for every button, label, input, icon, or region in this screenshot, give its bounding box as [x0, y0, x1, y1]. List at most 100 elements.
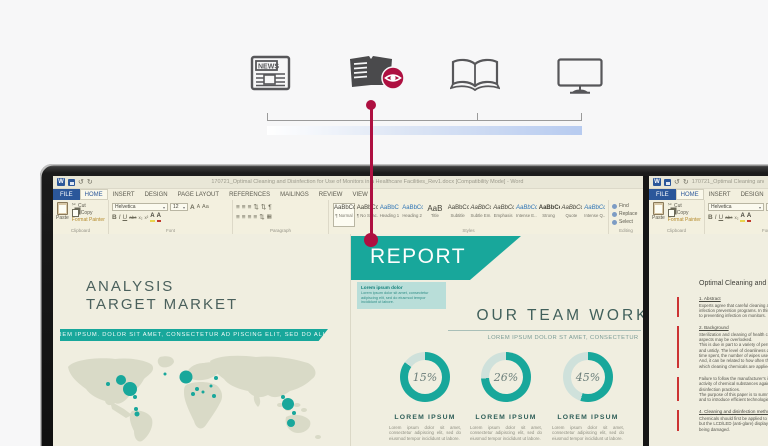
underline-button[interactable]: U — [123, 214, 128, 221]
ribbon-tab-design[interactable]: DESIGN — [736, 189, 768, 200]
quick-access-toolbar: W ↺ ↻ 170721_Optimal Cleaning and Disinf… — [53, 176, 643, 189]
font-color-button[interactable]: A — [747, 213, 751, 222]
donut-chart: 15% — [400, 352, 450, 402]
donut-heading: LOREM IPSUM — [548, 414, 628, 421]
paste-button[interactable]: Paste — [56, 202, 69, 223]
grow-font-icon[interactable]: A — [190, 204, 195, 211]
map-dot — [202, 391, 205, 394]
ribbon-tab-review[interactable]: REVIEW — [314, 189, 348, 200]
strikethrough-button[interactable]: abc — [129, 214, 136, 221]
font-name-select[interactable]: Helvetica▾ — [708, 203, 764, 211]
style-heading-1[interactable]: AaBbCHeading 1 — [379, 203, 401, 227]
world-map — [60, 353, 343, 444]
subscript-button[interactable]: x₂ — [734, 214, 738, 221]
copy-button[interactable]: Copy — [72, 209, 105, 216]
reader-book-eye-icon — [348, 54, 406, 92]
bullets-icon[interactable]: ≡ — [236, 204, 240, 211]
style--normal[interactable]: AaBbCc¶ Normal — [333, 203, 355, 227]
map-dot — [134, 407, 138, 411]
doc-heading: ANALYSIS TARGET MARKET — [86, 278, 238, 313]
indent-icons[interactable]: ⇅ — [253, 204, 258, 211]
style-strong[interactable]: AaBbCcStrong — [538, 203, 560, 227]
side-doc-line: being damaged. — [699, 427, 768, 432]
format-painter-button[interactable]: Format Painter — [668, 216, 701, 223]
copy-icon — [72, 209, 79, 217]
change-case-icon[interactable]: Aa — [202, 204, 209, 211]
ribbon-tab-insert[interactable]: INSERT — [108, 189, 140, 200]
copy-button[interactable]: Copy — [668, 209, 701, 216]
align-right-icon[interactable]: ≡ — [248, 214, 252, 221]
ribbon-tab-design[interactable]: DESIGN — [140, 189, 173, 200]
shrink-font-icon[interactable]: A — [197, 204, 200, 211]
font-color-button[interactable]: A — [157, 213, 161, 222]
align-left-icon[interactable]: ≡ — [236, 214, 240, 221]
italic-button[interactable]: I — [119, 214, 121, 221]
style-heading-2[interactable]: AaBbCcHeading 2 — [401, 203, 423, 227]
borders-icon[interactable]: ▦ — [267, 214, 272, 221]
paste-icon — [57, 202, 68, 215]
side-doc-line: to preventing infection on monitors. — [699, 313, 768, 318]
bold-button[interactable]: B — [112, 214, 117, 221]
style-quote[interactable]: AaBbCcQuote — [561, 203, 583, 227]
save-icon[interactable] — [664, 179, 671, 186]
undo-icon[interactable]: ↺ — [674, 179, 680, 186]
newspaper-icon: NEWS — [248, 54, 292, 92]
map-dot — [212, 394, 216, 398]
map-dot — [123, 382, 137, 396]
redo-icon[interactable]: ↻ — [683, 179, 689, 186]
highlight-color-button[interactable]: A — [150, 213, 154, 222]
style-intense-q-[interactable]: AaBbCcIntense Q... — [583, 203, 605, 227]
side-doc-line: activity of chemical substances against — [699, 381, 768, 386]
group-label: Clipboard — [53, 228, 108, 233]
underline-button[interactable]: U — [719, 214, 724, 221]
find-button[interactable]: Find — [612, 202, 640, 210]
map-dot — [133, 395, 137, 399]
quick-access-toolbar: W ↺ ↻ 170721_Optimal Cleaning and Disinf… — [649, 176, 768, 189]
donut-chart: 26% — [481, 352, 531, 402]
highlight-color-button[interactable]: A — [740, 213, 744, 222]
line-spacing-icon[interactable]: ⇅ — [259, 214, 264, 221]
style-subtitle[interactable]: AaBbCcSubtitle — [447, 203, 469, 227]
undo-icon[interactable]: ↺ — [78, 179, 84, 186]
ribbon-tab-page-layout[interactable]: PAGE LAYOUT — [173, 189, 224, 200]
side-doc-title: Optimal Cleaning and Disinfection — [699, 280, 768, 287]
side-doc-heading: 1. Abstract — [699, 296, 768, 301]
subscript-button[interactable]: x₂ — [138, 214, 142, 221]
donut-heading: LOREM IPSUM — [385, 414, 465, 421]
ribbon-tab-references[interactable]: REFERENCES — [224, 189, 275, 200]
select-button[interactable]: Select — [612, 218, 640, 226]
align-center-icon[interactable]: ≡ — [242, 214, 246, 221]
style-subtle-em-[interactable]: AaBbCcSubtle Em... — [470, 203, 492, 227]
italic-button[interactable]: I — [715, 214, 717, 221]
justify-icon[interactable]: ≡ — [253, 214, 257, 221]
ribbon-tab-home[interactable]: HOME — [80, 189, 108, 200]
ribbon-tab-mailings[interactable]: MAILINGS — [275, 189, 314, 200]
ribbon-tab-home[interactable]: HOME — [676, 189, 704, 200]
paste-button[interactable]: Paste — [652, 202, 665, 223]
numbering-icon[interactable]: ≡ — [242, 204, 246, 211]
word-logo-icon: W — [57, 178, 65, 186]
strikethrough-button[interactable]: abc — [725, 214, 732, 221]
superscript-button[interactable]: x² — [144, 214, 148, 221]
style-title[interactable]: AaBTitle — [424, 203, 446, 227]
style--no-spac-[interactable]: AaBbCcI¶ No Spac... — [356, 203, 378, 227]
ribbon-tab-view[interactable]: VIEW — [347, 189, 372, 200]
format-painter-button[interactable]: Format Painter — [72, 216, 105, 223]
font-name-select[interactable]: Helvetica▾ — [112, 203, 168, 211]
font-size-select[interactable]: 12▾ — [170, 203, 188, 211]
pilcrow-icon[interactable]: ¶ — [268, 204, 272, 211]
style-intense-e-[interactable]: AaBbCcIntense E... — [515, 203, 537, 227]
map-dot — [135, 412, 140, 417]
ribbon-tab-file[interactable]: FILE — [649, 189, 676, 200]
bold-button[interactable]: B — [708, 214, 713, 221]
sort-icon[interactable]: ⇅ — [261, 204, 266, 211]
multilevel-list-icon[interactable]: ≡ — [248, 204, 252, 211]
ribbon-tab-insert[interactable]: INSERT — [704, 189, 736, 200]
style-emphasis[interactable]: AaBbCcEmphasis — [492, 203, 514, 227]
replace-button[interactable]: Replace — [612, 210, 640, 218]
map-dot — [164, 373, 167, 376]
save-icon[interactable] — [68, 179, 75, 186]
ribbon-tab-file[interactable]: FILE — [53, 189, 80, 200]
pointer-dot-bottom — [364, 233, 378, 247]
redo-icon[interactable]: ↻ — [87, 179, 93, 186]
